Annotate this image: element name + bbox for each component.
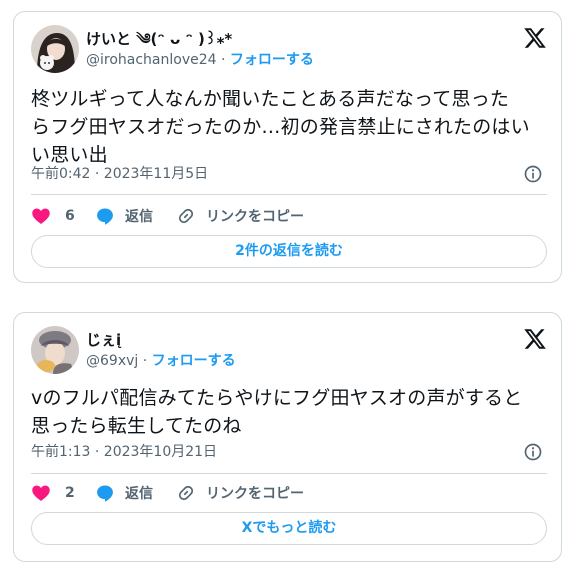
info-icon[interactable] xyxy=(523,442,543,462)
display-name[interactable]: けいと ༄(ᵔ ᴗ ᵔ )꒱⁎* xyxy=(86,29,314,49)
like-count: 6 xyxy=(65,208,75,224)
user-handle[interactable]: @irohachanlove24 xyxy=(86,52,217,68)
follow-link[interactable]: フォローする xyxy=(152,353,236,369)
tweet-card[interactable]: じぇį @69xvj · フォローする vのフルパ配信みてたらやけにフグ田ヤスオ… xyxy=(13,312,562,562)
tweet-text: 柊ツルギって人なんか聞いたことある声だなって思った らフグ田ヤスオだったのか…初… xyxy=(31,85,547,169)
tweet-text-line: 柊ツルギって人なんか聞いたことある声だなって思った xyxy=(31,88,510,110)
info-icon[interactable] xyxy=(523,164,543,184)
follow-link[interactable]: フォローする xyxy=(230,52,314,68)
separator-dot: · xyxy=(221,52,226,68)
tweet-header: じぇį @69xvj · フォローする xyxy=(31,325,547,375)
timestamp-link[interactable]: 午前0:42 · 2023年11月5日 xyxy=(31,166,208,182)
action-bar: 6 返信 リンクをコピー xyxy=(31,204,547,228)
reply-bubble-icon xyxy=(97,208,113,225)
tweet-text: vのフルパ配信みてたらやけにフグ田ヤスオの声がすると 思ったら転生してたのね xyxy=(31,384,547,440)
tweet-card[interactable]: けいと ༄(ᵔ ᴗ ᵔ )꒱⁎* @irohachanlove24 · フォロー… xyxy=(13,11,562,283)
read-more-on-x-button[interactable]: Xでもっと読む xyxy=(31,512,547,545)
timestamp-link[interactable]: 午前1:13 · 2023年10月21日 xyxy=(31,444,217,460)
link-icon xyxy=(178,485,194,501)
like-button[interactable]: 6 xyxy=(31,204,75,228)
copy-link-button[interactable]: リンクをコピー xyxy=(176,204,304,228)
display-name[interactable]: じぇį xyxy=(86,330,236,350)
user-handle[interactable]: @69xvj xyxy=(86,353,138,369)
reply-button[interactable]: 返信 xyxy=(95,204,153,228)
copy-link-label: リンクをコピー xyxy=(206,209,304,225)
reply-label: 返信 xyxy=(125,486,153,502)
x-logo-icon[interactable] xyxy=(523,327,547,351)
heart-icon xyxy=(32,485,50,501)
divider xyxy=(31,194,547,195)
separator-dot: · xyxy=(142,353,148,369)
reply-bubble-icon xyxy=(97,485,113,502)
reply-label: 返信 xyxy=(125,209,153,225)
copy-link-button[interactable]: リンクをコピー xyxy=(176,481,304,505)
like-button[interactable]: 2 xyxy=(31,481,75,505)
copy-link-label: リンクをコピー xyxy=(206,486,304,502)
action-bar: 2 返信 リンクをコピー xyxy=(31,481,547,505)
tweet-header: けいと ༄(ᵔ ᴗ ᵔ )꒱⁎* @irohachanlove24 · フォロー… xyxy=(31,24,547,74)
divider xyxy=(31,473,547,474)
tweet-text-line: 思ったら転生してたのね xyxy=(31,415,242,437)
like-count: 2 xyxy=(65,485,75,501)
reply-button[interactable]: 返信 xyxy=(95,481,153,505)
avatar[interactable] xyxy=(31,326,79,374)
heart-icon xyxy=(32,208,50,224)
read-replies-button[interactable]: 2件の返信を読む xyxy=(31,235,547,268)
avatar[interactable] xyxy=(31,25,79,73)
link-icon xyxy=(178,208,194,224)
x-logo-icon[interactable] xyxy=(523,26,547,50)
tweet-text-line: vのフルパ配信みてたらやけにフグ田ヤスオの声がすると xyxy=(31,387,523,409)
tweet-text-line: らフグ田ヤスオだったのか…初の発言禁止にされたのはい xyxy=(31,116,530,138)
